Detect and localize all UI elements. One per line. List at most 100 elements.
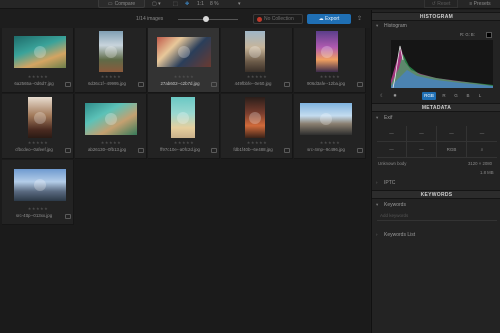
histogram-label: Histogram [384, 23, 407, 29]
histogram-mode-r[interactable]: R [440, 92, 448, 100]
keywords-list-label: Keywords List [384, 232, 416, 238]
image-cell-selected[interactable]: ★★★★★ 27ab602--c2b7d.jpg [148, 28, 220, 93]
file-size: 1.8 MB [480, 170, 494, 175]
histogram-section-header[interactable]: HISTOGRAM [372, 12, 500, 21]
compare-label: Compare [114, 1, 136, 7]
file-info-icon[interactable] [211, 148, 217, 153]
exif-value: — [377, 142, 407, 158]
file-info-icon[interactable] [138, 82, 144, 87]
image-filename: fdb1f40b--6e488.jpg [233, 147, 273, 152]
histogram-chart [391, 40, 493, 88]
exif-value: — [377, 126, 407, 142]
grid-toolbar: 1/14 images No Collection ☁ Export ⇪ [0, 10, 371, 28]
rating-stars[interactable]: ★★★★★ [221, 74, 293, 79]
image-count: 1/14 images [136, 16, 164, 22]
exif-value: — [407, 126, 437, 142]
image-filename: src-4mp--9c496.jpg [307, 147, 345, 152]
rating-stars[interactable]: ★★★★★ [221, 140, 293, 145]
file-info-icon[interactable] [284, 148, 290, 153]
thumbnail-size-slider-handle[interactable] [203, 16, 210, 22]
file-info-icon[interactable] [357, 82, 363, 87]
exif-label: Exif [384, 115, 393, 121]
exif-value: RGB [437, 142, 467, 158]
reset-button[interactable]: ↺ Reset [424, 0, 458, 8]
image-grid: ★★★★★ 6a2565a--0d6d7.jpg ★★★★★ 6d36c1f--… [0, 28, 370, 333]
chevron-right-icon: › [376, 232, 378, 237]
chevron-down-icon: ▾ [376, 202, 379, 207]
loading-icon [320, 113, 332, 125]
keywords-label: Keywords [384, 202, 406, 208]
rating-stars[interactable]: ★★★★★ [148, 74, 220, 79]
top-toolbar: ▭ Compare ▢ ▾ ⬚ ✥ 1:1 8 % ▾ ↺ Reset ≡ Pre… [0, 0, 500, 9]
histogram-mode-l[interactable]: L [476, 92, 484, 100]
image-filename: 449fbbfe--0e50.jpg [234, 81, 272, 86]
file-info-icon[interactable] [138, 148, 144, 153]
rating-stars[interactable]: ★★★★★ [75, 74, 147, 79]
file-info-icon[interactable] [65, 214, 71, 219]
image-thumbnail [316, 31, 338, 72]
file-info-icon[interactable] [284, 82, 290, 87]
keywords-row[interactable]: ▾ Keywords [372, 200, 500, 210]
histogram-row[interactable]: ▾ Histogram [372, 21, 500, 31]
rating-stars[interactable]: ★★★★★ [2, 140, 74, 145]
zoom-ratio[interactable]: 1:1 [197, 0, 204, 8]
right-panel: HISTOGRAM ▾ Histogram R: G: B: ☾ ✹ RGB R … [371, 10, 500, 333]
image-filename: src-4ttp--013xx.jpg [15, 213, 53, 218]
image-cell[interactable]: ★★★★★ 6a2565a--0d6d7.jpg [2, 28, 74, 93]
clipping-shadows-icon[interactable]: ☾ [378, 92, 386, 100]
file-info-icon[interactable] [211, 82, 217, 87]
image-filename: ab26130--0fb13.jpg [87, 147, 127, 152]
image-thumbnail [171, 97, 195, 138]
rating-stars[interactable]: ★★★★★ [148, 140, 220, 145]
image-thumbnail [157, 37, 211, 67]
image-filename: 906d3afe--12ba.jpg [306, 81, 346, 86]
rating-stars[interactable]: ★★★★★ [2, 74, 74, 79]
image-cell[interactable]: ★★★★★ ff97c10e--a0fc2d.jpg [148, 94, 220, 159]
camera-body: Unknown body [378, 161, 407, 166]
iptc-row[interactable]: › IPTC [372, 178, 500, 188]
rating-stars[interactable]: ★★★★★ [75, 140, 147, 145]
presets-label: Presets [473, 1, 491, 7]
clipping-highlights-icon[interactable]: ✹ [391, 92, 399, 100]
image-cell[interactable]: ★★★★★ cfbcdeo--0afeef.jpg [2, 94, 74, 159]
fit-icon[interactable]: ✥ [185, 0, 189, 8]
metadata-section-header[interactable]: METADATA [372, 103, 500, 112]
image-cell[interactable]: ★★★★★ 6d36c1f--49995.jpg [75, 28, 147, 93]
file-info-icon[interactable] [65, 148, 71, 153]
view-mode-icon[interactable]: ▢ ▾ [152, 0, 161, 8]
image-cell[interactable]: ★★★★★ 906d3afe--12ba.jpg [294, 28, 366, 93]
keyword-input[interactable]: Add keywords [377, 211, 497, 221]
presets-button[interactable]: ≡ Presets [462, 0, 498, 8]
file-info-icon[interactable] [65, 82, 71, 87]
image-cell[interactable]: ★★★★★ 449fbbfe--0e50.jpg [221, 28, 293, 93]
image-cell[interactable]: ★★★★★ fdb1f40b--6e488.jpg [221, 94, 293, 159]
share-icon[interactable]: ⇪ [355, 14, 364, 24]
rating-stars[interactable]: ★★★★★ [294, 140, 366, 145]
keywords-list-row[interactable]: › Keywords List [372, 230, 500, 240]
keywords-section-header[interactable]: KEYWORDS [372, 190, 500, 199]
zoom-dropdown-icon[interactable]: ▾ [238, 0, 241, 8]
histogram-mode-rgb[interactable]: RGB [422, 92, 436, 100]
rating-stars[interactable]: ★★★★★ [294, 74, 366, 79]
image-cell[interactable]: ★★★★★ ab26130--0fb13.jpg [75, 94, 147, 159]
export-button[interactable]: ☁ Export [307, 14, 351, 24]
image-cell[interactable]: ★★★★★ src-4ttp--013xx.jpg [2, 160, 74, 225]
file-info-icon[interactable] [357, 148, 363, 153]
loading-icon [34, 46, 46, 58]
lens-icon: ⌕ [467, 142, 497, 158]
crop-icon[interactable]: ⬚ [173, 0, 178, 8]
rating-stars[interactable]: ★★★★★ [2, 206, 74, 211]
collection-button[interactable]: No Collection [253, 14, 303, 24]
histogram-mode-g[interactable]: G [452, 92, 460, 100]
image-filename: ff97c10e--a0fc2d.jpg [160, 147, 200, 152]
zoom-percent[interactable]: 8 % [210, 0, 219, 8]
image-cell[interactable]: ★★★★★ src-4mp--9c496.jpg [294, 94, 366, 159]
histogram-mode-b[interactable]: B [464, 92, 472, 100]
image-thumbnail [14, 36, 66, 68]
exif-grid: — — — — — — RGB ⌕ [377, 126, 497, 158]
loading-icon [34, 179, 46, 191]
image-thumbnail [14, 169, 66, 201]
compare-button[interactable]: ▭ Compare [98, 0, 145, 8]
chevron-down-icon: ▾ [376, 23, 379, 28]
exif-row[interactable]: ▾ Exif [372, 113, 500, 123]
